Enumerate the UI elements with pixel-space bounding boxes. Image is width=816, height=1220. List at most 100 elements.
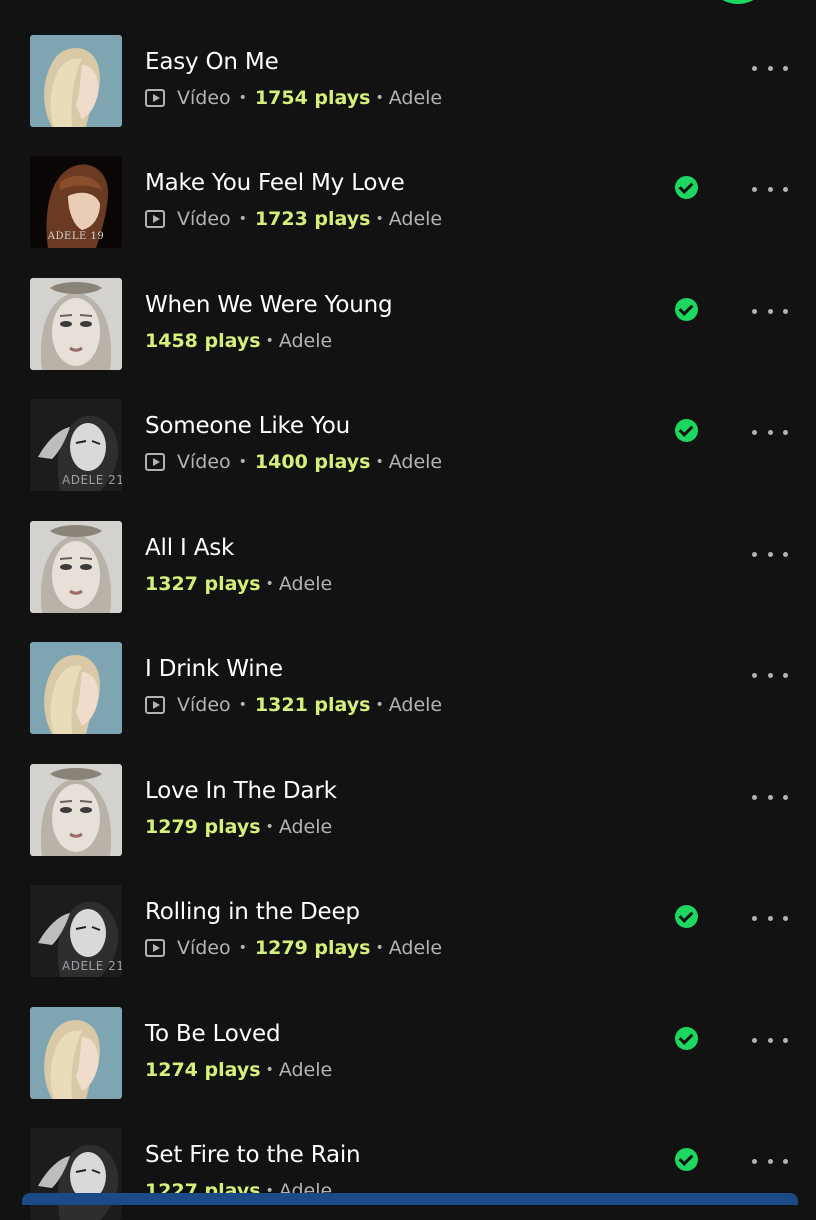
track-row[interactable]: ADELE 21 Someone Like You Vídeo • 1400 plays…	[0, 364, 816, 491]
more-options-button[interactable]	[752, 787, 788, 807]
track-row[interactable]: All I Ask 1327 plays • Adele	[0, 486, 816, 613]
downloaded-check-icon	[675, 1027, 698, 1050]
more-options-button[interactable]	[752, 179, 788, 199]
album-cover	[30, 764, 122, 856]
separator-dot: •	[265, 333, 274, 349]
track-meta: Vídeo • 1723 plays • Adele	[145, 207, 442, 231]
track-row[interactable]: Love In The Dark 1279 plays • Adele	[0, 729, 816, 856]
more-options-button[interactable]	[752, 665, 788, 685]
video-icon	[145, 696, 165, 714]
artist-name: Adele	[388, 451, 443, 473]
dot-icon	[783, 1158, 788, 1164]
play-count: 1754 plays	[254, 87, 371, 109]
track-title: Love In The Dark	[145, 778, 337, 804]
track-row[interactable]: When We Were Young 1458 plays • Adele	[0, 243, 816, 370]
dot-icon	[783, 915, 788, 921]
album-cover-text: ADELE 21	[62, 959, 122, 973]
video-label: Vídeo	[177, 937, 231, 959]
dot-icon	[752, 429, 757, 435]
artist-name: Adele	[278, 330, 333, 352]
artist-name: Adele	[388, 208, 443, 230]
more-options-button[interactable]	[752, 908, 788, 928]
separator-dot: •	[375, 697, 384, 713]
dot-icon	[752, 1037, 757, 1043]
play-count: 1400 plays	[254, 451, 371, 473]
dot-icon	[783, 429, 788, 435]
play-count: 1458 plays	[145, 330, 261, 352]
track-title: Set Fire to the Rain	[145, 1142, 361, 1168]
dot-icon	[767, 65, 773, 71]
separator-dot: •	[375, 454, 384, 470]
separator-dot: •	[238, 697, 247, 713]
separator-dot: •	[238, 211, 247, 227]
separator-dot: •	[375, 211, 384, 227]
dot-icon	[783, 1037, 788, 1043]
dot-icon	[767, 429, 773, 435]
downloaded-check-icon	[675, 1148, 698, 1171]
separator-dot: •	[375, 940, 384, 956]
play-count: 1279 plays	[254, 937, 371, 959]
dot-icon	[767, 186, 773, 192]
album-cover-text: ADELE 19	[47, 231, 105, 242]
track-title: When We Were Young	[145, 292, 393, 318]
downloaded-check-icon	[675, 419, 698, 442]
artist-name: Adele	[388, 694, 443, 716]
separator-dot: •	[375, 90, 384, 106]
more-options-button[interactable]	[752, 58, 788, 78]
album-cover	[30, 1128, 122, 1220]
video-label: Vídeo	[177, 208, 231, 230]
album-cover: ADELE 21	[30, 885, 122, 977]
track-row[interactable]: To Be Loved 1274 plays • Adele	[0, 972, 816, 1099]
dot-icon	[783, 794, 788, 800]
track-title: Rolling in the Deep	[145, 899, 360, 925]
track-title: Someone Like You	[145, 413, 350, 439]
separator-dot: •	[265, 576, 274, 592]
dot-icon	[767, 672, 773, 678]
downloaded-check-icon	[675, 176, 698, 199]
track-row[interactable]: Easy On Me Vídeo • 1754 plays • Adele	[0, 0, 816, 127]
track-row[interactable]: ADELE 19 Make You Feel My Love Vídeo • 1723 …	[0, 121, 816, 248]
dot-icon	[767, 1158, 773, 1164]
album-cover	[30, 1007, 122, 1099]
artist-name: Adele	[278, 816, 333, 838]
more-options-button[interactable]	[752, 544, 788, 564]
track-meta: 1274 plays • Adele	[145, 1058, 332, 1082]
dot-icon	[783, 672, 788, 678]
album-cover: ADELE 19	[30, 156, 122, 248]
album-cover-text: ADELE 21	[62, 473, 122, 487]
dot-icon	[783, 308, 788, 314]
album-cover	[30, 278, 122, 370]
video-label: Vídeo	[177, 451, 231, 473]
separator-dot: •	[265, 819, 274, 835]
play-count: 1723 plays	[254, 208, 371, 230]
video-label: Vídeo	[177, 694, 231, 716]
artist-name: Adele	[388, 937, 443, 959]
track-row[interactable]: ADELE 21 Rolling in the Deep Vídeo • 1279 pl…	[0, 850, 816, 977]
dot-icon	[783, 65, 788, 71]
video-icon	[145, 89, 165, 107]
video-label: Vídeo	[177, 87, 231, 109]
album-cover	[30, 35, 122, 127]
artist-name: Adele	[278, 1059, 333, 1081]
more-options-button[interactable]	[752, 301, 788, 321]
dot-icon	[752, 1158, 757, 1164]
more-options-button[interactable]	[752, 422, 788, 442]
more-options-button[interactable]	[752, 1030, 788, 1050]
dot-icon	[767, 1037, 773, 1043]
downloaded-check-icon	[675, 298, 698, 321]
track-title: To Be Loved	[145, 1021, 281, 1047]
dot-icon	[783, 186, 788, 192]
dot-icon	[767, 915, 773, 921]
now-playing-bar[interactable]	[22, 1193, 798, 1205]
dot-icon	[752, 551, 757, 557]
play-count: 1327 plays	[145, 573, 261, 595]
track-row[interactable]: I Drink Wine Vídeo • 1321 plays • Adele	[0, 607, 816, 734]
play-count: 1321 plays	[254, 694, 371, 716]
dot-icon	[752, 915, 757, 921]
track-meta: Vídeo • 1400 plays • Adele	[145, 450, 442, 474]
play-count: 1274 plays	[145, 1059, 261, 1081]
more-options-button[interactable]	[752, 1151, 788, 1171]
dot-icon	[752, 672, 757, 678]
artist-name: Adele	[278, 573, 333, 595]
track-meta: 1327 plays • Adele	[145, 572, 332, 596]
